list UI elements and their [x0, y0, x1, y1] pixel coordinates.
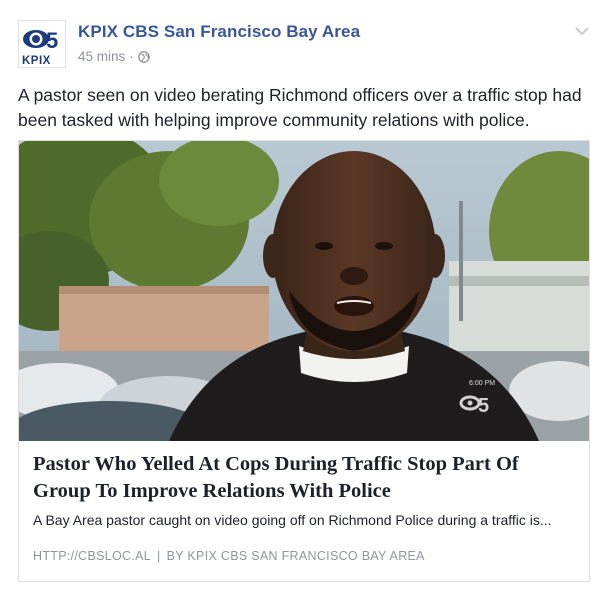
- cbs-eye-logo-icon: 5 KPIX: [19, 21, 65, 67]
- link-description: A Bay Area pastor caught on video going …: [33, 512, 552, 528]
- logo-channel-number: 5: [46, 28, 58, 53]
- post-timestamp[interactable]: 45 mins: [78, 49, 125, 64]
- post-message: A pastor seen on video berating Richmond…: [18, 85, 582, 130]
- news-photo: 6:00 PM 5: [19, 141, 589, 441]
- post-header: 5 KPIX KPIX CBS San Francisco Bay Area 4…: [18, 18, 593, 68]
- link-preview-image[interactable]: 6:00 PM 5: [19, 141, 589, 441]
- overlay-time: 6:00 PM: [469, 380, 495, 387]
- source-divider: |: [157, 549, 161, 563]
- chevron-down-icon[interactable]: [573, 22, 591, 40]
- logo-kpix-text: KPIX: [22, 55, 51, 67]
- facebook-post: 5 KPIX KPIX CBS San Francisco Bay Area 4…: [0, 0, 608, 596]
- globe-icon[interactable]: [137, 50, 150, 63]
- post-meta: 45 mins ·: [78, 49, 150, 64]
- page-name-link[interactable]: KPIX CBS San Francisco Bay Area: [78, 22, 360, 42]
- overlay-channel: 5: [478, 395, 489, 417]
- link-byline[interactable]: BY KPIX CBS SAN FRANCISCO BAY AREA: [167, 549, 425, 563]
- link-domain: HTTP://CBSLOC.AL: [33, 549, 152, 563]
- page-avatar[interactable]: 5 KPIX: [18, 20, 66, 68]
- link-title[interactable]: Pastor Who Yelled At Cops During Traffic…: [33, 451, 577, 505]
- link-preview-card[interactable]: 6:00 PM 5 Pastor Who Yelled At Cops Duri…: [18, 140, 590, 582]
- meta-separator: ·: [129, 49, 134, 64]
- link-source: HTTP://CBSLOC.AL | BY KPIX CBS SAN FRANCIS…: [33, 549, 425, 563]
